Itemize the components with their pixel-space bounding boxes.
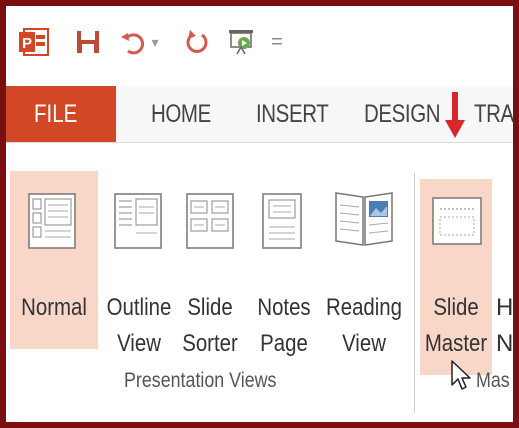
slide-sorter-icon (186, 193, 234, 254)
handout-master-label-line2[interactable]: N (496, 327, 513, 361)
outline-view-label-line2[interactable]: View (102, 327, 175, 361)
presentation-views-group-label: Presentation Views (124, 369, 277, 392)
slide-sorter-label-line1[interactable]: Slide (176, 291, 244, 325)
red-down-arrow-icon (444, 90, 466, 140)
outline-view-label-line1[interactable]: Outline (102, 291, 175, 325)
redo-icon[interactable] (182, 24, 212, 60)
slideshow-icon[interactable] (224, 24, 260, 60)
ribbon-view-content: Normal Outline View Slide Sorter Notes P… (6, 142, 513, 422)
save-icon[interactable] (70, 24, 106, 60)
tab-transitions[interactable]: TRA (474, 86, 513, 142)
notes-page-icon (262, 193, 302, 254)
tab-design[interactable]: DESIGN (364, 86, 441, 142)
svg-text:P: P (22, 35, 32, 52)
tab-file-label: FILE (34, 100, 78, 128)
powerpoint-logo-icon[interactable]: P (16, 24, 52, 60)
group-separator (414, 173, 415, 413)
normal-view-label: Normal (21, 294, 87, 321)
reading-view-label-line2[interactable]: View (323, 327, 405, 361)
notes-page-label-line1[interactable]: Notes (250, 291, 318, 325)
tab-file[interactable]: FILE (6, 86, 116, 142)
undo-dropdown-icon[interactable]: ▾ (148, 24, 162, 60)
slide-master-icon (432, 197, 482, 250)
handout-master-label-line1[interactable]: H (496, 291, 513, 325)
mouse-pointer-icon (450, 359, 472, 398)
master-views-group-label: Mas (476, 369, 510, 392)
window-frame: P ▾ = FILE HOME INSERT DESIGN TRA Normal… (0, 0, 519, 428)
undo-icon[interactable] (118, 24, 148, 60)
normal-view-icon (28, 193, 76, 254)
outline-view-icon (114, 193, 162, 254)
quick-access-toolbar: P ▾ = (6, 6, 513, 78)
slide-master-label-line1: Slide (433, 294, 479, 321)
slide-sorter-label-line2[interactable]: Sorter (176, 327, 244, 361)
tab-insert[interactable]: INSERT (256, 86, 329, 142)
reading-view-label-line1[interactable]: Reading (323, 291, 405, 325)
customize-qat-icon[interactable]: = (268, 24, 286, 60)
slide-master-label-line2: Master (424, 330, 488, 357)
reading-view-icon (334, 189, 394, 254)
tab-home[interactable]: HOME (151, 86, 211, 142)
notes-page-label-line2[interactable]: Page (250, 327, 318, 361)
